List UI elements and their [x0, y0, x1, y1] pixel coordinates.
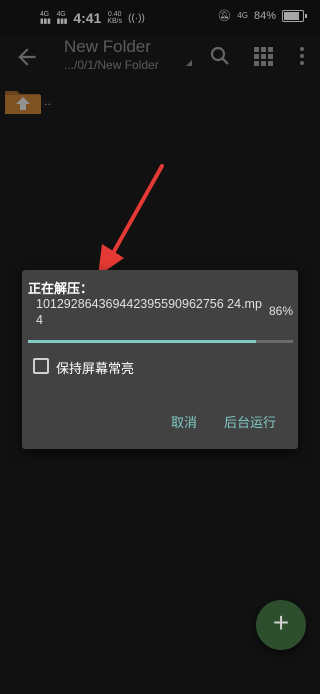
- dialog-title: 正在解压：: [28, 281, 94, 296]
- file-name: 101292864369442395590962756 24.mp4: [36, 297, 262, 327]
- add-icon: +: [272, 607, 290, 638]
- add-button[interactable]: +: [256, 600, 306, 650]
- run-in-background-button[interactable]: 后台运行: [224, 412, 276, 431]
- extract-progress-dialog: 正在解压： 101292864369442395590962756 24.mp4…: [22, 270, 298, 449]
- cancel-button[interactable]: 取消: [171, 412, 197, 431]
- progress-percent: 86%: [268, 304, 293, 318]
- progress-fill: [28, 340, 256, 343]
- progress-bar: [28, 340, 293, 343]
- keep-screen-on-label[interactable]: 保持屏幕常亮: [56, 358, 134, 377]
- keep-screen-on-checkbox[interactable]: [33, 358, 49, 374]
- annotation-arrow-icon: [98, 164, 164, 276]
